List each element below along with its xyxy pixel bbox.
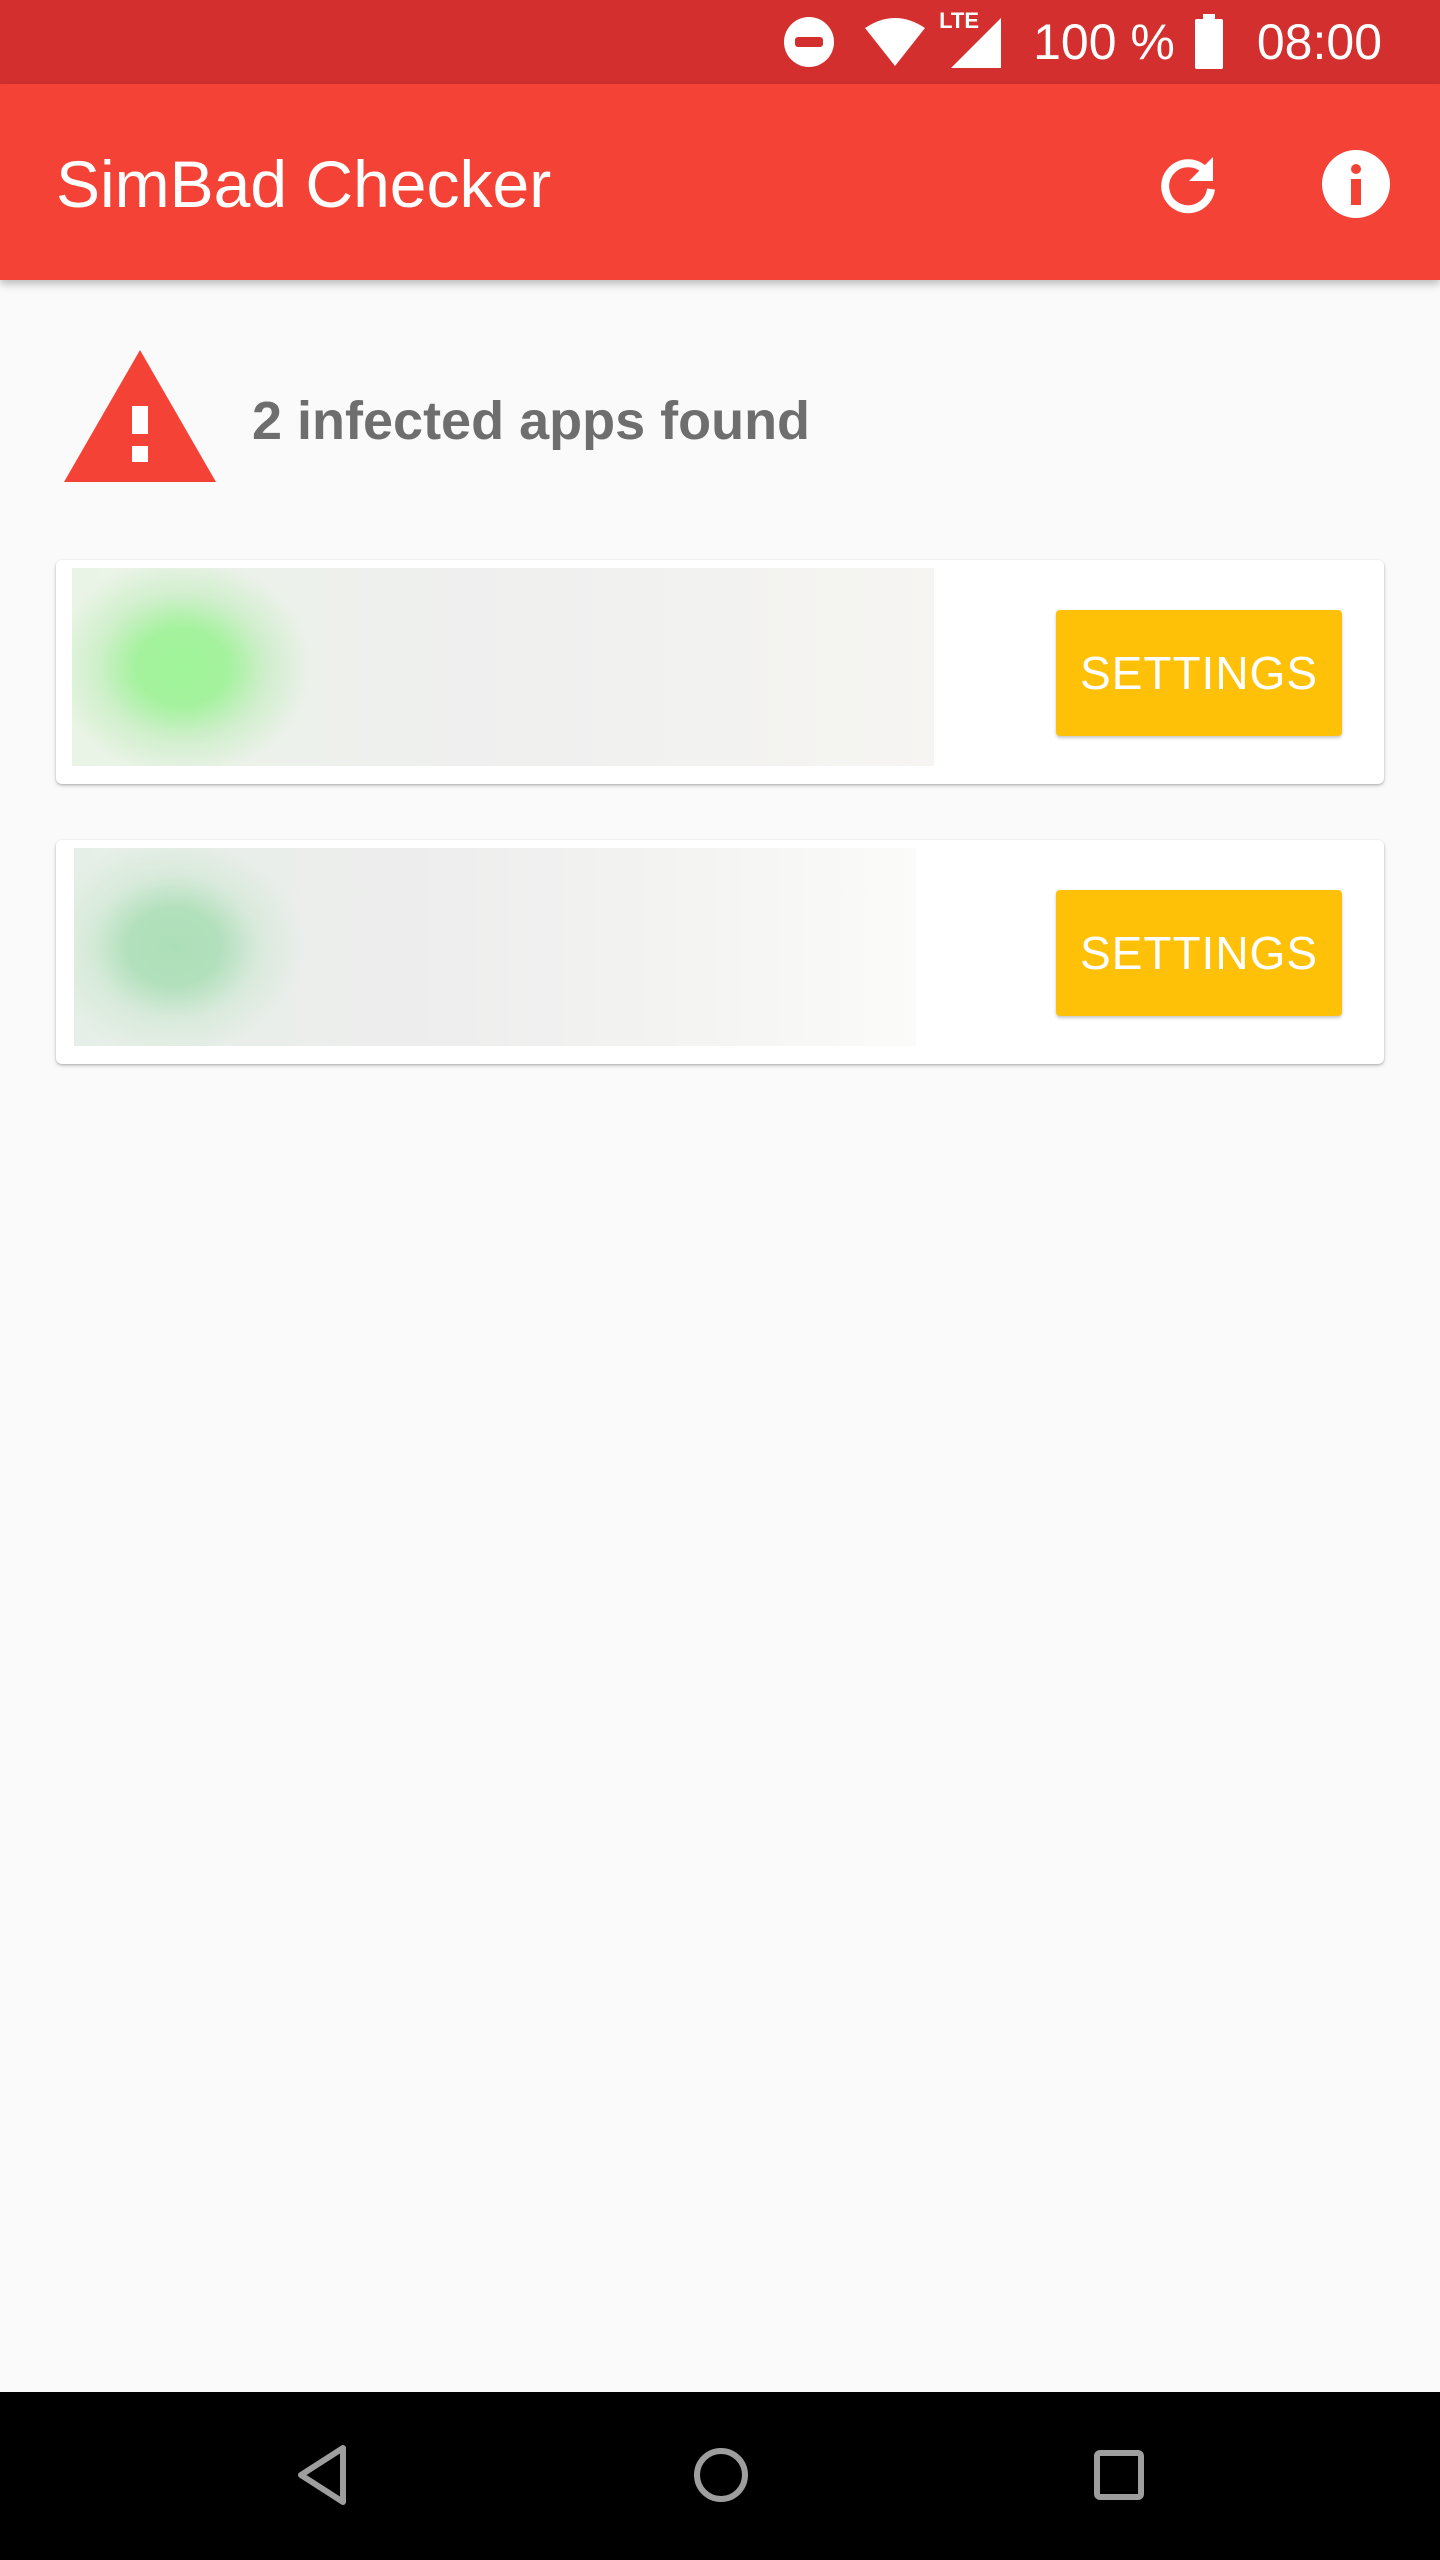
app-title: SimBad Checker xyxy=(56,147,552,221)
warning-icon-container xyxy=(62,348,218,488)
battery-percent: 100 % xyxy=(1033,14,1175,70)
settings-button[interactable]: SETTINGS xyxy=(1056,890,1342,1016)
status-bar: LTE 100 % 08:00 xyxy=(0,0,1440,84)
home-icon xyxy=(691,2445,751,2510)
back-icon xyxy=(293,2442,353,2513)
battery-icon xyxy=(1193,14,1225,70)
wifi-icon xyxy=(863,16,927,68)
recents-button[interactable] xyxy=(1074,2432,1164,2522)
refresh-icon xyxy=(1155,151,1221,222)
info-icon xyxy=(1321,149,1391,224)
warning-icon xyxy=(62,348,218,489)
home-button[interactable] xyxy=(676,2432,766,2522)
infected-app-card: SETTINGS xyxy=(56,560,1384,784)
network-type-label: LTE xyxy=(939,8,980,33)
navigation-bar xyxy=(0,2392,1440,2560)
app-info-redacted[interactable] xyxy=(74,848,916,1046)
settings-button[interactable]: SETTINGS xyxy=(1056,610,1342,736)
recents-icon xyxy=(1091,2447,1147,2508)
infected-app-card: SETTINGS xyxy=(56,840,1384,1064)
infected-summary-text: 2 infected apps found xyxy=(252,391,811,451)
info-button[interactable] xyxy=(1316,146,1396,226)
clock: 08:00 xyxy=(1256,14,1382,70)
do-not-disturb-icon xyxy=(783,16,835,68)
app-bar: SimBad Checker xyxy=(0,84,1440,280)
refresh-button[interactable] xyxy=(1148,146,1228,226)
app-info-redacted[interactable] xyxy=(72,568,934,766)
back-button[interactable] xyxy=(278,2432,368,2522)
cell-signal-icon: LTE xyxy=(939,8,1003,70)
